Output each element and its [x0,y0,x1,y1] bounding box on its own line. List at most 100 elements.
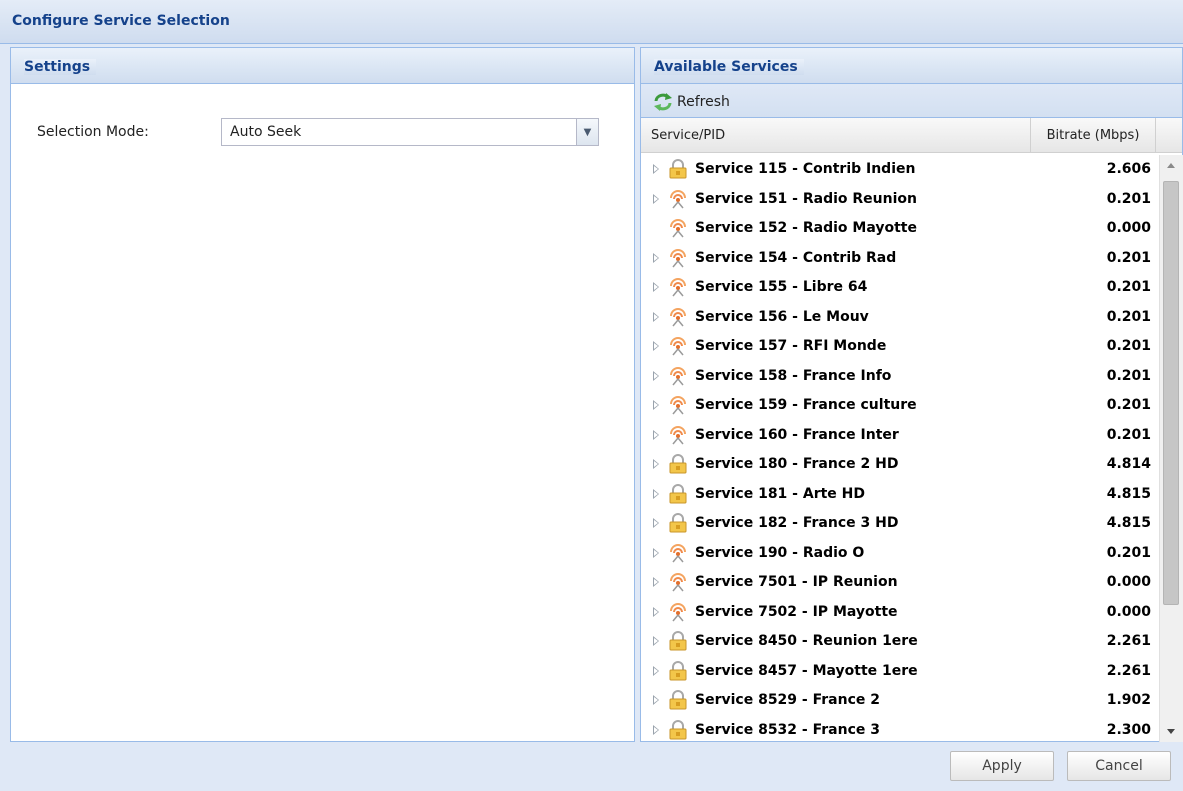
selection-mode-combo[interactable]: Auto Seek ▼ [221,118,599,146]
radio-icon [667,366,689,386]
service-row[interactable]: Service 158 - France Info 0.201 [641,362,1159,392]
radio-icon [667,277,689,297]
expand-arrow-icon[interactable] [653,429,659,440]
apply-button[interactable]: Apply [950,751,1054,781]
available-services-header: Available Services [641,48,1182,84]
service-row[interactable]: Service 159 - France culture 0.201 [641,391,1159,421]
column-header-bitrate[interactable]: Bitrate (Mbps) [1031,118,1156,153]
service-row[interactable]: Service 160 - France Inter 0.201 [641,421,1159,451]
scroll-up-icon[interactable] [1167,163,1175,168]
service-name: Service 7501 - IP Reunion [695,574,898,590]
cancel-button[interactable]: Cancel [1067,751,1171,781]
service-name: Service 8529 - France 2 [695,692,880,708]
column-header-service[interactable]: Service/PID [641,118,1031,153]
service-name: Service 8450 - Reunion 1ere [695,633,918,649]
lock-icon [667,690,689,710]
expand-arrow-icon[interactable] [653,636,659,646]
service-bitrate: 4.814 [1106,456,1151,472]
service-row[interactable]: Service 156 - Le Mouv 0.201 [641,303,1159,333]
service-row[interactable]: Service 8529 - France 2 1.902 [641,686,1159,716]
service-row[interactable]: Service 151 - Radio Reunion 0.201 [641,185,1159,215]
service-bitrate: 0.000 [1106,220,1151,236]
service-row[interactable]: Service 182 - France 3 HD 4.815 [641,509,1159,539]
expand-arrow-icon[interactable] [653,282,659,292]
radio-icon [667,189,689,209]
expand-arrow-icon[interactable] [653,370,659,381]
service-bitrate: 0.201 [1106,338,1151,354]
expand-arrow-icon[interactable] [653,341,659,351]
service-name: Service 180 - France 2 HD [695,456,899,472]
radio-icon [667,543,689,563]
service-name: Service 152 - Radio Mayotte [695,220,917,236]
service-row[interactable]: Service 180 - France 2 HD 4.814 [641,450,1159,480]
service-name: Service 158 - France Info [695,367,892,384]
services-toolbar: Refresh [641,84,1182,118]
expand-arrow-icon[interactable] [653,695,659,705]
settings-panel-title: Settings [24,59,97,75]
service-row[interactable]: Service 152 - Radio Mayotte 0.000 [641,214,1159,244]
radio-icon [667,602,689,622]
radio-icon [667,395,689,415]
expand-arrow-icon[interactable] [653,724,659,735]
selection-mode-value: Auto Seek [230,124,302,140]
expand-arrow-icon[interactable] [653,311,659,322]
service-bitrate: 0.201 [1106,308,1151,325]
service-bitrate: 0.201 [1106,249,1151,266]
service-row[interactable]: Service 154 - Contrib Rad 0.201 [641,244,1159,274]
service-bitrate: 0.201 [1106,426,1151,443]
scroll-thumb[interactable] [1163,181,1179,605]
expand-arrow-icon[interactable] [653,488,659,499]
service-name: Service 157 - RFI Monde [695,338,887,354]
service-row[interactable]: Service 8457 - Mayotte 1ere 2.261 [641,657,1159,687]
chevron-down-icon[interactable]: ▼ [576,119,598,145]
service-name: Service 156 - Le Mouv [695,308,869,325]
expand-arrow-icon[interactable] [653,547,659,558]
lock-icon [667,159,689,179]
service-row[interactable]: Service 7501 - IP Reunion 0.000 [641,568,1159,598]
service-row[interactable]: Service 155 - Libre 64 0.201 [641,273,1159,303]
available-services-title: Available Services [654,59,804,75]
selection-mode-row: Selection Mode: Auto Seek ▼ [37,118,617,148]
service-bitrate: 0.201 [1106,279,1151,295]
expand-arrow-icon[interactable] [653,606,659,617]
refresh-button[interactable]: Refresh [653,92,730,112]
service-row[interactable]: Service 190 - Radio O 0.201 [641,539,1159,569]
expand-arrow-icon[interactable] [653,577,659,587]
expand-arrow-icon[interactable] [653,252,659,263]
service-bitrate: 0.201 [1106,190,1151,207]
service-row[interactable]: Service 7502 - IP Mayotte 0.000 [641,598,1159,628]
expand-arrow-icon[interactable] [653,518,659,528]
service-row[interactable]: Service 8532 - France 3 2.300 [641,716,1159,743]
radio-icon [667,248,689,268]
service-name: Service 159 - France culture [695,397,917,413]
service-name: Service 155 - Libre 64 [695,279,868,295]
service-bitrate: 0.000 [1106,574,1151,590]
lock-icon [667,719,689,740]
service-name: Service 115 - Contrib Indien [695,161,916,177]
services-grid-header: Service/PID Bitrate (Mbps) [641,118,1182,153]
expand-arrow-icon[interactable] [653,459,659,469]
scroll-down-icon[interactable] [1167,729,1175,734]
service-row[interactable]: Service 157 - RFI Monde 0.201 [641,332,1159,362]
services-scrollbar[interactable] [1159,155,1183,742]
lock-icon [667,454,689,474]
service-row[interactable]: Service 8450 - Reunion 1ere 2.261 [641,627,1159,657]
service-name: Service 7502 - IP Mayotte [695,603,898,620]
expand-arrow-icon[interactable] [653,400,659,410]
expand-arrow-icon[interactable] [653,164,659,174]
radio-icon [667,336,689,356]
service-row[interactable]: Service 181 - Arte HD 4.815 [641,480,1159,510]
services-grid-body: Service 115 - Contrib Indien 2.606 Service… [641,155,1159,742]
window-header: Configure Service Selection [0,0,1183,44]
service-name: Service 160 - France Inter [695,426,899,443]
service-name: Service 151 - Radio Reunion [695,190,917,207]
expand-arrow-icon[interactable] [653,193,659,204]
service-bitrate: 0.201 [1106,544,1151,561]
expand-arrow-icon[interactable] [653,665,659,676]
service-name: Service 154 - Contrib Rad [695,249,897,266]
radio-icon [667,572,689,592]
service-name: Service 8457 - Mayotte 1ere [695,662,918,679]
service-bitrate: 1.902 [1106,692,1151,708]
service-row[interactable]: Service 115 - Contrib Indien 2.606 [641,155,1159,185]
lock-icon [667,631,689,651]
